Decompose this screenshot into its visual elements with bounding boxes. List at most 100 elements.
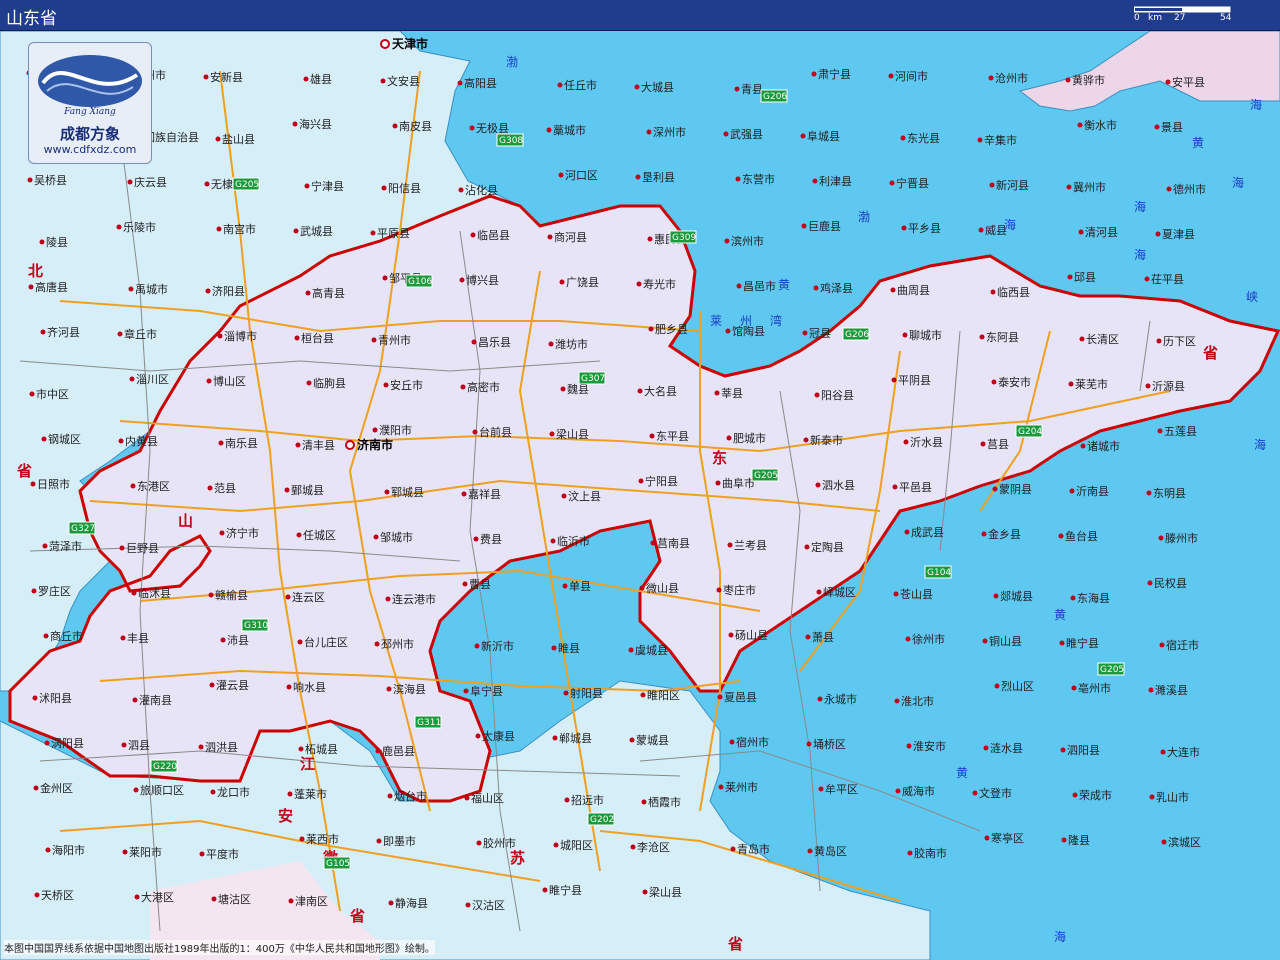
city-name: 胶南市 (914, 846, 947, 860)
city-dot (29, 391, 35, 397)
city-dot (199, 851, 205, 857)
road-shield-label: G202 (590, 815, 614, 825)
city-dot (285, 594, 291, 600)
city-label: 莱芜市 (1068, 377, 1108, 391)
city-name: 射阳县 (570, 686, 603, 700)
city-label: 东阿县 (979, 331, 1019, 344)
city-name: 南宫市 (223, 222, 256, 236)
city-name: 金乡县 (988, 527, 1021, 541)
city-dot (994, 683, 1000, 689)
city-label: 濉溪县 (1148, 684, 1188, 697)
city-dot (804, 544, 810, 550)
city-name: 苍山县 (900, 588, 933, 601)
city-name: 巨鹿县 (808, 219, 841, 233)
city-dot (989, 182, 995, 188)
city-name: 乐陵市 (123, 220, 156, 234)
city-dot (294, 335, 300, 341)
city-label: 涡阳县 (44, 737, 84, 750)
city-name: 台前县 (479, 425, 512, 439)
city-name: 五莲县 (1164, 425, 1197, 438)
city-dot (640, 692, 646, 698)
road-shield: G327 (68, 521, 96, 535)
city-name: 曹县 (469, 578, 491, 591)
city-name: 任丘市 (564, 78, 597, 92)
city-dot (1165, 79, 1171, 85)
city-label: 鸡泽县 (813, 281, 853, 295)
city-dot (288, 898, 294, 904)
city-name: 徐州市 (912, 632, 945, 646)
city-dot (303, 76, 309, 82)
city-dot (637, 388, 643, 394)
city-dot (42, 543, 48, 549)
city-dot (561, 493, 567, 499)
city-name: 定陶县 (811, 540, 844, 554)
city-dot (216, 226, 222, 232)
city-name: 济宁市 (226, 526, 259, 540)
city-label: 沂源县 (1145, 379, 1185, 393)
sea-label-15: 海 (1054, 929, 1066, 944)
city-dot (553, 842, 559, 848)
city-label: 胶州市 (476, 836, 516, 850)
city-dot (130, 483, 136, 489)
city-dot (1148, 687, 1154, 693)
logo-url[interactable]: www.cdfxdz.com (29, 143, 151, 156)
scale-bar: 0 km 27 54 (1128, 5, 1240, 27)
road-shield-label: G205 (235, 180, 259, 190)
city-label: 青州市 (371, 333, 411, 347)
map-canvas[interactable]: 山 东 省 北 省 江 苏 省 安 徽 省 渤 海 黄 海 渤 海 海 峡 莱 … (0, 31, 1280, 960)
city-label: 临沂市 (550, 534, 590, 548)
city-dot (888, 73, 894, 79)
city-dot (728, 632, 734, 638)
city-name: 馆陶县 (732, 324, 765, 338)
logo-name: 成都方象 (59, 125, 120, 143)
city-dot (723, 131, 729, 137)
city-name: 雄县 (310, 72, 332, 86)
city-name: 宁阳县 (645, 474, 678, 488)
company-logo: Fang Xiang 成都方象 www.cdfxdz.com (28, 42, 152, 164)
city-name: 河间市 (895, 69, 928, 83)
city-name: 吴桥县 (34, 174, 67, 187)
city-dot (559, 279, 565, 285)
city-label: 滕州市 (1158, 531, 1198, 545)
city-label: 涟水县 (983, 741, 1023, 755)
city-dot (32, 695, 38, 701)
road-shield: G204 (1015, 424, 1043, 438)
city-name: 丰县 (127, 632, 149, 645)
city-name: 安平县 (1172, 75, 1205, 89)
city-label: 博兴县 (459, 274, 499, 287)
city-label: 夏津县 (1155, 228, 1195, 241)
city-dot (470, 232, 476, 238)
city-name: 大城县 (641, 80, 674, 94)
city-dot (1080, 443, 1086, 449)
city-label: 静海县 (388, 896, 428, 910)
scale-label-54: 54 (1220, 13, 1232, 23)
city-name: 阜城县 (807, 130, 840, 143)
city-dot (458, 187, 464, 193)
city-name: 曲阜市 (722, 476, 755, 490)
jiangsu-label-sheng: 省 (727, 935, 743, 953)
city-name: 武城县 (300, 225, 333, 238)
city-dot (988, 75, 994, 81)
city-name: 淄博市 (224, 329, 257, 343)
city-label: 莒南县 (650, 537, 690, 550)
city-dot (296, 532, 302, 538)
city-name: 阳信县 (388, 182, 421, 195)
city-name: 泗水县 (822, 479, 855, 492)
city-name: 新泰市 (810, 433, 843, 447)
city-name: 萧县 (812, 631, 834, 644)
city-name: 鱼台县 (1065, 529, 1098, 543)
city-name: 罗庄区 (38, 584, 71, 598)
city-dot (905, 636, 911, 642)
city-dot (30, 481, 36, 487)
city-dot (119, 545, 125, 551)
city-label: 宁晋县 (889, 176, 929, 190)
city-dot (542, 887, 548, 893)
city-name: 任城区 (303, 529, 336, 542)
city-dot (550, 538, 556, 544)
city-dot (376, 838, 382, 844)
city-dot (292, 121, 298, 127)
city-name: 高青县 (312, 286, 345, 300)
city-dot (981, 531, 987, 537)
city-dot (978, 227, 984, 233)
city-label: 肃宁县 (811, 67, 851, 81)
